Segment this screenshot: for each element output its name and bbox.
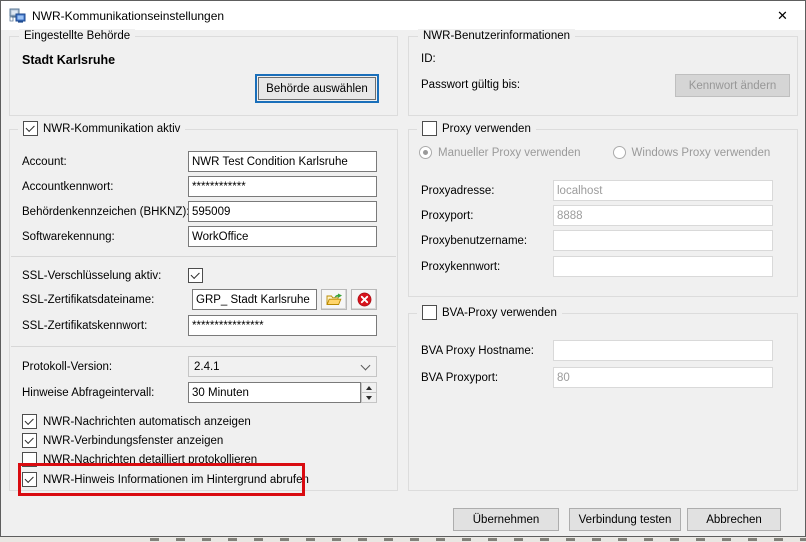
show-connection-window-label[interactable]: NWR-Verbindungsfenster anzeigen	[43, 435, 223, 447]
remove-certificate-button[interactable]	[351, 289, 377, 310]
arrow-down-icon	[366, 396, 372, 400]
software-id-input[interactable]	[188, 226, 377, 247]
cancel-button[interactable]: Abbrechen	[687, 508, 781, 531]
proxy-verwenden-checkbox[interactable]	[422, 121, 437, 136]
spinner-down-button[interactable]	[361, 393, 377, 403]
selected-agency-name: Stadt Karlsruhe	[22, 53, 115, 67]
ssl-active-checkbox[interactable]	[188, 268, 203, 283]
close-button[interactable]: ✕	[760, 1, 805, 30]
proxy-username-label: Proxybenutzername:	[421, 235, 553, 247]
browse-certificate-button[interactable]	[321, 289, 347, 310]
group-proxy: Proxy verwenden Manueller Proxy verwende…	[408, 129, 798, 297]
software-id-label: Softwarekennung:	[22, 231, 188, 243]
apply-button[interactable]: Übernehmen	[453, 508, 559, 531]
group-nwr-kommunikation: NWR-Kommunikation aktiv Account: Account…	[9, 129, 398, 491]
change-password-button[interactable]: Kennwort ändern	[675, 74, 790, 97]
nwr-kommunikation-aktiv-checkbox[interactable]	[23, 121, 38, 136]
auto-show-messages-checkbox[interactable]	[22, 414, 37, 429]
group-legend-checkbox-row: NWR-Kommunikation aktiv	[18, 120, 185, 137]
account-password-label: Accountkennwort:	[22, 181, 188, 193]
ssl-active-label: SSL-Verschlüsselung aktiv:	[22, 270, 188, 282]
group-legend-checkbox-row: BVA-Proxy verwenden	[417, 304, 562, 321]
proxy-password-input[interactable]	[553, 256, 773, 277]
test-connection-button[interactable]: Verbindung testen	[569, 508, 681, 531]
proxy-port-input[interactable]	[553, 205, 773, 226]
arrow-up-icon	[366, 386, 372, 390]
protocol-version-label: Protokoll-Version:	[22, 361, 188, 373]
account-input[interactable]	[188, 151, 377, 172]
proxy-password-label: Proxykennwort:	[421, 261, 553, 273]
bva-hostname-label: BVA Proxy Hostname:	[421, 345, 553, 357]
poll-interval-spinner	[361, 382, 377, 403]
separator	[11, 346, 396, 347]
id-label: ID:	[421, 53, 436, 65]
dialog-window: NWR-Kommunikationseinstellungen ✕ Einges…	[0, 0, 806, 537]
bhknz-label: Behördenkennzeichen (BHKNZ):	[22, 206, 188, 218]
account-label: Account:	[22, 156, 188, 168]
group-bva-proxy: BVA-Proxy verwenden BVA Proxy Hostname: …	[408, 313, 798, 491]
background-window-sliver	[0, 537, 806, 542]
group-label: Eingestellte Behörde	[19, 29, 135, 43]
poll-interval-label: Hinweise Abfrageintervall:	[22, 387, 188, 399]
account-password-input[interactable]	[188, 176, 377, 197]
bhknz-input[interactable]	[188, 201, 377, 222]
ssl-cert-file-input[interactable]	[192, 289, 317, 310]
proxy-address-label: Proxyadresse:	[421, 185, 553, 197]
select-agency-button[interactable]: Behörde auswählen	[258, 77, 376, 100]
bva-hostname-input[interactable]	[553, 340, 773, 361]
nwr-kommunikation-aktiv-label[interactable]: NWR-Kommunikation aktiv	[43, 123, 180, 135]
group-eingestellte-behoerde: Eingestellte Behörde Stadt Karlsruhe Beh…	[9, 36, 398, 116]
show-connection-window-checkbox[interactable]	[22, 433, 37, 448]
bva-port-label: BVA Proxyport:	[421, 372, 553, 384]
group-legend-checkbox-row: Proxy verwenden	[417, 120, 536, 137]
manual-proxy-radio[interactable]	[419, 146, 432, 159]
spinner-up-button[interactable]	[361, 382, 377, 393]
auto-show-messages-label[interactable]: NWR-Nachrichten automatisch anzeigen	[43, 416, 251, 428]
ssl-cert-password-input[interactable]	[188, 315, 377, 336]
close-icon: ✕	[777, 8, 788, 24]
manual-proxy-label: Manueller Proxy verwenden	[438, 147, 581, 159]
separator	[11, 256, 396, 257]
group-nwr-benutzerinformationen: NWR-Benutzerinformationen ID: Passwort g…	[408, 36, 798, 116]
chevron-down-icon	[361, 360, 371, 370]
highlight-annotation	[18, 463, 305, 496]
password-valid-label: Passwort gültig bis:	[421, 79, 520, 91]
windows-proxy-radio[interactable]	[613, 146, 626, 159]
bva-port-input[interactable]	[553, 367, 773, 388]
bva-proxy-verwenden-checkbox[interactable]	[422, 305, 437, 320]
delete-icon	[357, 292, 372, 307]
proxy-address-input[interactable]	[553, 180, 773, 201]
background-text-fragments	[150, 538, 806, 541]
protocol-version-dropdown[interactable]: 2.4.1	[188, 356, 377, 377]
protocol-version-value: 2.4.1	[194, 361, 220, 373]
poll-interval-input[interactable]	[188, 382, 361, 403]
window-title: NWR-Kommunikationseinstellungen	[32, 9, 224, 23]
titlebar: NWR-Kommunikationseinstellungen ✕	[1, 1, 805, 30]
ssl-cert-file-label: SSL-Zertifikatsdateiname:	[22, 294, 188, 306]
windows-proxy-label: Windows Proxy verwenden	[632, 147, 771, 159]
network-computers-icon	[9, 8, 26, 24]
open-folder-icon	[326, 293, 343, 307]
proxy-verwenden-label[interactable]: Proxy verwenden	[442, 123, 531, 135]
proxy-port-label: Proxyport:	[421, 210, 553, 222]
group-label: NWR-Benutzerinformationen	[418, 29, 575, 43]
ssl-cert-password-label: SSL-Zertifikatskennwort:	[22, 320, 188, 332]
proxy-username-input[interactable]	[553, 230, 773, 251]
bva-proxy-verwenden-label[interactable]: BVA-Proxy verwenden	[442, 307, 557, 319]
